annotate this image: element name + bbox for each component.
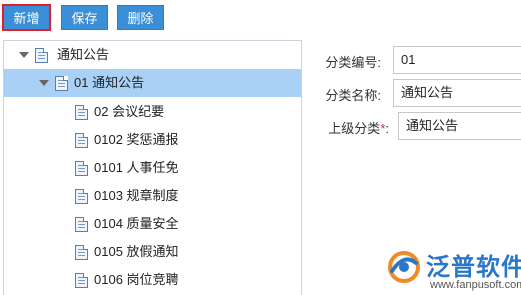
parent-label-colon: : — [385, 121, 389, 136]
tree-node-label: 01 通知公告 — [74, 75, 145, 90]
document-icon — [75, 273, 88, 288]
tree-node-label: 02 会议纪要 — [94, 104, 165, 119]
fanpu-logo: 泛普软件 www.fanpusoft.com — [386, 245, 521, 295]
save-button[interactable]: 保存 — [61, 5, 108, 30]
form-row-name: 分类名称: 通知公告 — [305, 79, 521, 107]
tree-node-child[interactable]: 0101 人事任免 — [4, 154, 301, 182]
collapse-arrow-icon[interactable] — [19, 52, 29, 58]
tree-node-label: 0101 人事任免 — [94, 160, 179, 175]
document-icon — [35, 48, 48, 63]
code-label: 分类编号: — [325, 55, 381, 70]
tree-node-child[interactable]: 0106 岗位竞聘 — [4, 266, 301, 294]
tree-node-root[interactable]: 通知公告 — [4, 41, 301, 69]
document-icon — [55, 76, 68, 91]
tree-node-label: 0105 放假通知 — [94, 244, 179, 259]
tree-node-label: 0102 奖惩通报 — [94, 132, 179, 147]
document-icon — [75, 245, 88, 260]
document-icon — [75, 189, 88, 204]
parent-label-text: 上级分类 — [328, 121, 381, 136]
tree-node-label: 0106 岗位竞聘 — [94, 272, 179, 287]
logo-name: 泛普软件 — [426, 253, 521, 281]
category-tree: 通知公告 01 通知公告 02 会议纪要 0102 奖惩通报 0101 人事任免… — [3, 40, 302, 295]
tree-node-child[interactable]: 0102 奖惩通报 — [4, 126, 301, 154]
tree-node-selected[interactable]: 01 通知公告 — [4, 69, 301, 97]
tree-node-child[interactable]: 02 会议纪要 — [4, 98, 301, 126]
tree-node-child[interactable]: 0103 规章制度 — [4, 182, 301, 210]
toolbar: 新增 保存 删除 — [0, 0, 521, 36]
form-row-code: 分类编号: 01 — [305, 46, 521, 74]
document-icon — [75, 217, 88, 232]
parent-label: 上级分类*: — [328, 118, 389, 137]
fanpu-logo-icon — [388, 251, 420, 283]
document-icon — [75, 161, 88, 176]
parent-category-input[interactable]: 通知公告 — [398, 112, 521, 140]
document-icon — [75, 133, 88, 148]
new-button[interactable]: 新增 — [2, 4, 51, 31]
tree-node-label: 通知公告 — [57, 47, 110, 62]
form-row-parent: 上级分类*: 通知公告 — [305, 112, 521, 140]
tree-node-label: 0104 质量安全 — [94, 216, 179, 231]
tree-node-child[interactable]: 0105 放假通知 — [4, 238, 301, 266]
document-icon — [75, 105, 88, 120]
logo-url: www.fanpusoft.com — [430, 279, 521, 291]
name-label: 分类名称: — [325, 88, 381, 103]
tree-node-label: 0103 规章制度 — [94, 188, 179, 203]
name-input[interactable]: 通知公告 — [393, 79, 521, 107]
collapse-arrow-icon[interactable] — [39, 80, 49, 86]
code-input[interactable]: 01 — [393, 46, 521, 74]
delete-button[interactable]: 删除 — [117, 5, 164, 30]
tree-node-child[interactable]: 0104 质量安全 — [4, 210, 301, 238]
